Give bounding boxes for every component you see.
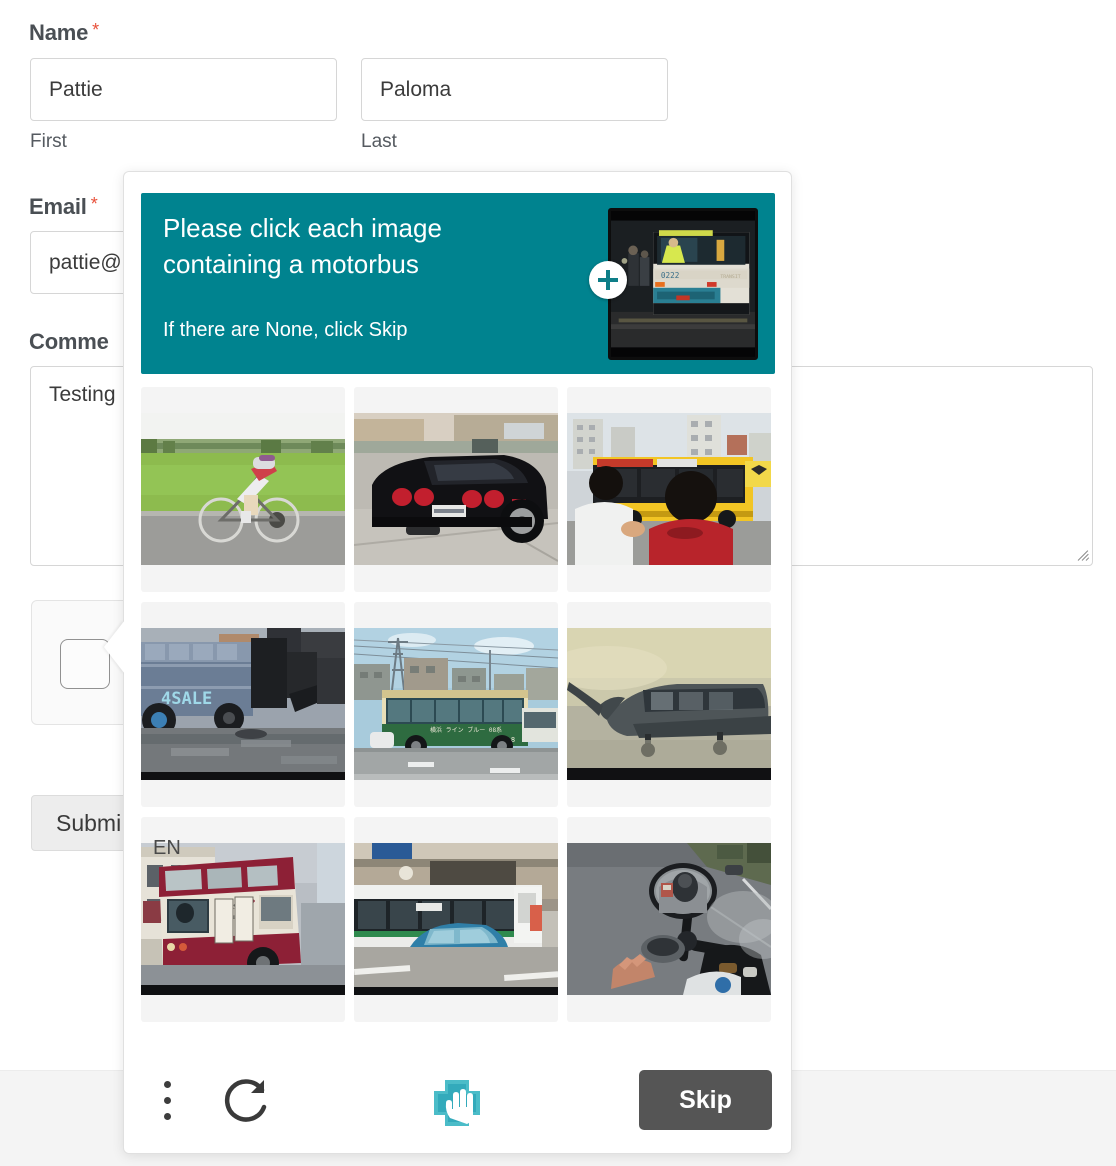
tile-image-airplane — [567, 628, 771, 780]
challenge-footer: Skip — [124, 1041, 791, 1153]
last-name-input[interactable] — [361, 58, 668, 121]
svg-text:4SALE: 4SALE — [161, 689, 212, 709]
challenge-tile[interactable]: 横浜 ライン ブルー 08系 4 6 8 — [354, 602, 558, 807]
challenge-tile[interactable]: 4SALE — [141, 602, 345, 807]
tile-image-motorcycle-mirror — [567, 843, 771, 995]
challenge-tile[interactable] — [141, 387, 345, 592]
tile-image-green-bus: 横浜 ライン ブルー 08系 4 6 8 — [354, 628, 558, 780]
hcaptcha-checkbox[interactable] — [60, 639, 110, 689]
svg-text:横浜 ライン ブルー 08系: 横浜 ライン ブルー 08系 — [430, 726, 502, 734]
challenge-tile[interactable] — [567, 602, 771, 807]
tile-image-blue-truck: 4SALE — [141, 628, 345, 780]
challenge-prompt-text: Please click each image containing a mot… — [163, 213, 442, 279]
hcaptcha-challenge-modal: Please click each image containing a mot… — [104, 171, 792, 1154]
refresh-icon[interactable] — [220, 1074, 274, 1128]
svg-text:0222: 0222 — [661, 271, 679, 280]
tile-image-cyclist — [141, 413, 345, 565]
name-field-label: Name * — [29, 20, 99, 45]
challenge-tile[interactable] — [354, 387, 558, 592]
tile-image-sports-car — [354, 413, 558, 565]
skip-button[interactable]: Skip — [639, 1070, 772, 1130]
required-asterisk: * — [90, 194, 98, 214]
tile-image-yellow-bus — [567, 413, 771, 565]
plus-icon[interactable] — [589, 261, 627, 299]
challenge-tile[interactable] — [567, 817, 771, 1022]
email-field-label: Email * — [29, 194, 98, 219]
screen: Name* First Last Email* Comme Testing Su… — [0, 0, 1116, 1166]
comment-field-label: Comme — [29, 329, 109, 354]
challenge-prompt-subtext: If there are None, click Skip — [163, 319, 408, 341]
challenge-prompt-banner: Please click each image containing a mot… — [141, 193, 775, 374]
challenge-tile[interactable] — [567, 387, 771, 592]
language-label[interactable]: EN — [153, 837, 181, 860]
challenge-tile[interactable] — [354, 817, 558, 1022]
tile-image-double-decker-bus: bus vannin — [141, 843, 345, 995]
kebab-menu-icon[interactable] — [164, 1081, 172, 1125]
first-name-sub-label: First — [30, 131, 67, 152]
challenge-image-grid: 4SALE 横浜 ライン ブルー 08系 8 — [141, 387, 775, 1022]
svg-text:TRANSIT: TRANSIT — [720, 274, 740, 280]
modal-pointer-caret — [104, 620, 125, 674]
hcaptcha-hand-logo — [428, 1074, 486, 1132]
tile-image-white-bus-blue-car — [354, 843, 558, 995]
example-image: 0222 TRANSIT — [608, 208, 758, 360]
last-name-sub-label: Last — [361, 131, 397, 152]
required-asterisk: * — [92, 20, 99, 40]
first-name-input[interactable] — [30, 58, 337, 121]
